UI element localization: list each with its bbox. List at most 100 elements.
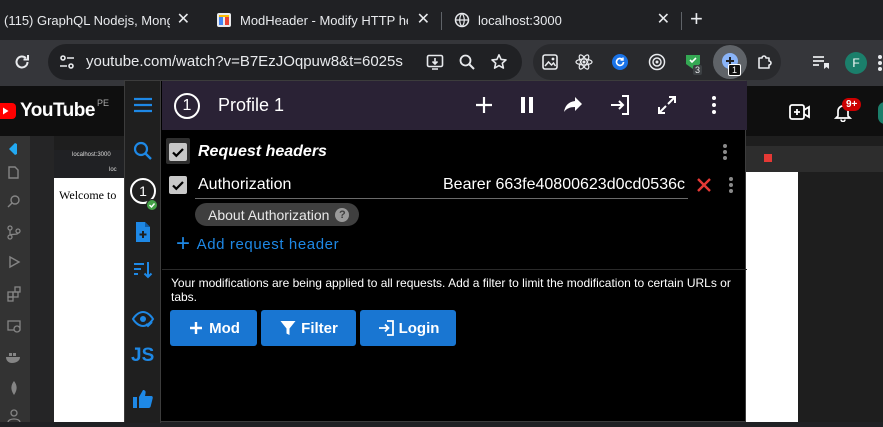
add-mod-button[interactable]: Mod — [170, 310, 257, 346]
close-icon[interactable]: ✕ — [177, 12, 190, 28]
help-icon: ? — [335, 207, 350, 222]
image-extension-icon[interactable] — [541, 53, 559, 71]
header-name-field[interactable]: Authorization — [198, 176, 291, 194]
header-field-underline — [195, 198, 688, 199]
account-icon — [6, 408, 22, 423]
active-check-icon — [146, 198, 158, 211]
profile-name[interactable]: Profile 1 — [218, 95, 284, 116]
close-icon[interactable]: ✕ — [417, 12, 430, 28]
reload-icon[interactable] — [12, 52, 32, 72]
region-code: PE — [96, 98, 109, 108]
welcome-text: Welcome to — [59, 188, 117, 202]
add-request-header-button[interactable]: + Add request header — [176, 230, 340, 257]
extensions-icon — [6, 286, 22, 302]
modheader-extension-button[interactable]: 1 — [713, 45, 747, 79]
header-more-icon[interactable] — [729, 177, 733, 193]
divider — [162, 269, 747, 270]
expand-icon[interactable] — [655, 93, 679, 117]
mod-label: Mod — [209, 319, 240, 337]
add-icon[interactable] — [472, 93, 496, 117]
login-button[interactable]: Login — [360, 310, 456, 346]
more-vert-icon[interactable] — [702, 93, 726, 117]
youtube-logo[interactable]: YouTube PE — [0, 98, 109, 122]
vscode-explorer — [30, 136, 54, 422]
url-text: youtube.com/watch?v=B7EzJOqpuw8&t=6025s — [86, 53, 403, 70]
globe-icon — [454, 12, 470, 28]
files-icon — [6, 164, 22, 180]
tab-title: localhost:3000 — [478, 12, 562, 28]
about-authorization-chip[interactable]: About Authorization ? — [195, 203, 360, 226]
embedded-browser-header: localhost:3000 loc — [54, 150, 125, 178]
avatar-letter: F — [852, 56, 860, 70]
header-value-field[interactable]: Bearer 663fe40800623d0cd0536c — [443, 176, 688, 194]
tab-title: (115) GraphQL Nodejs, Mongoo — [4, 12, 170, 28]
pause-icon[interactable] — [515, 93, 539, 117]
notification-count: 9+ — [842, 98, 862, 111]
plus-icon — [190, 322, 203, 334]
js-icon[interactable]: JS — [131, 345, 154, 367]
menu-icon[interactable] — [131, 93, 155, 117]
side-profile-number: 1 — [139, 183, 147, 199]
section-checkbox[interactable] — [169, 143, 187, 161]
puzzle-extensions-icon[interactable] — [755, 52, 775, 72]
tab-modheader[interactable]: ModHeader - Modify HTTP hea ✕ — [204, 0, 440, 40]
account-avatar[interactable] — [878, 102, 883, 124]
modheader-sidebar: 1 JS — [125, 81, 161, 423]
plus-icon: + — [176, 230, 191, 257]
site-info-icon[interactable] — [58, 53, 76, 71]
add-filter-button[interactable]: Filter — [261, 310, 356, 346]
import-icon[interactable] — [608, 93, 632, 117]
run-debug-icon — [6, 254, 22, 270]
zoom-icon[interactable] — [458, 53, 476, 71]
modheader-favicon-icon — [216, 12, 232, 28]
share-icon[interactable] — [561, 93, 585, 117]
delete-icon[interactable] — [695, 176, 713, 194]
extensions-area: 3 1 — [533, 44, 781, 80]
filter-label: Filter — [301, 319, 338, 337]
record-extension-icon[interactable] — [648, 53, 666, 71]
youtube-play-icon — [0, 103, 16, 119]
profile-header: 1 Profile 1 — [162, 81, 747, 130]
search-icon — [6, 194, 22, 210]
tab-youtube[interactable]: (115) GraphQL Nodejs, Mongoo ✕ — [0, 0, 200, 40]
refresh-extension-icon[interactable] — [611, 53, 629, 71]
modheader-popup: 1 JS 1 Profile 1 Request headers Authori… — [124, 80, 747, 423]
new-tab-button[interactable]: + — [690, 8, 703, 30]
embedded-browser-window: localhost:3000 loc Welcome to — [54, 150, 125, 422]
reading-list-icon[interactable] — [810, 52, 830, 72]
close-icon[interactable]: ✕ — [657, 12, 670, 28]
react-devtools-icon[interactable] — [575, 53, 593, 71]
about-label: About Authorization — [208, 206, 330, 223]
address-bar[interactable]: youtube.com/watch?v=B7EzJOqpuw8&t=6025s — [48, 44, 522, 80]
embedded-tab-title: localhost:3000 — [72, 152, 111, 158]
chrome-menu-icon[interactable] — [878, 55, 882, 71]
embedded-white-page — [746, 172, 798, 422]
embedded-window-titlebar — [746, 146, 883, 172]
visibility-icon[interactable] — [131, 307, 155, 331]
search-icon[interactable] — [131, 139, 155, 163]
tab-separator — [441, 12, 442, 30]
bookmark-star-icon[interactable] — [490, 53, 508, 71]
install-app-icon[interactable] — [426, 53, 444, 71]
create-video-icon[interactable] — [789, 103, 811, 121]
thumbs-up-icon[interactable] — [131, 387, 155, 411]
sort-icon[interactable] — [131, 258, 155, 282]
extension-badge: 1 — [728, 64, 742, 76]
source-control-icon — [6, 224, 22, 240]
add-file-icon[interactable] — [131, 220, 155, 244]
header-checkbox[interactable] — [169, 176, 187, 194]
profile-number: 1 — [182, 97, 192, 114]
section-title: Request headers — [198, 143, 327, 160]
section-more-icon[interactable] — [723, 144, 727, 160]
youtube-wordmark: YouTube — [20, 100, 95, 121]
profile-avatar[interactable]: F — [845, 52, 867, 74]
embedded-red-icon — [764, 154, 772, 162]
vscode-activity-bar — [0, 136, 30, 423]
tab-separator — [681, 12, 682, 30]
extension-badge: 3 — [693, 65, 703, 75]
tab-localhost[interactable]: localhost:3000 ✕ — [444, 0, 680, 40]
filter-message: Your modifications are being applied to … — [171, 276, 731, 304]
filter-icon — [280, 321, 296, 335]
profile-badge[interactable]: 1 — [174, 93, 200, 119]
add-request-header-label: Add request header — [196, 235, 340, 253]
